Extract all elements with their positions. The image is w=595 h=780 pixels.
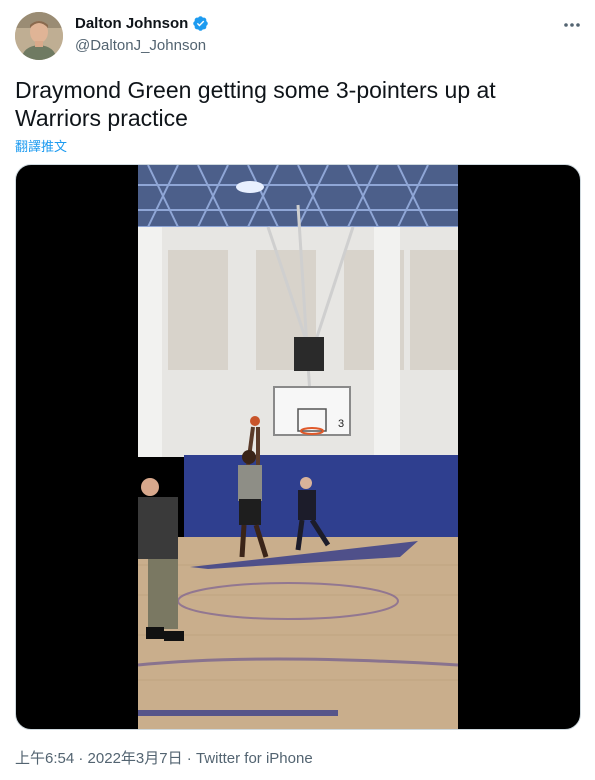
tweet-source[interactable]: Twitter for iPhone	[196, 750, 313, 767]
author-name[interactable]: Dalton Johnson	[75, 15, 188, 32]
more-dots-icon	[564, 23, 580, 27]
court-floor	[138, 537, 458, 729]
backboard-number: 3	[338, 418, 344, 430]
more-options-button[interactable]	[560, 14, 584, 36]
verified-badge-icon	[193, 16, 209, 31]
avatar[interactable]	[15, 12, 63, 60]
video-frame[interactable]: 3	[138, 165, 458, 730]
translate-tweet-link[interactable]: 翻譯推文	[15, 136, 67, 155]
meta-separator-2: ·	[182, 750, 196, 767]
shot-clock	[294, 337, 324, 371]
meta-separator: ·	[74, 750, 88, 767]
tweet-time[interactable]: 上午6:54	[15, 750, 74, 767]
author-name-row[interactable]: Dalton Johnson	[75, 15, 209, 32]
tweet-meta: 上午6:54 · 2022年3月7日 · Twitter for iPhone	[15, 747, 313, 768]
blue-wall-padding	[184, 455, 458, 537]
tweet-text: Draymond Green getting some 3-pointers u…	[15, 77, 496, 131]
author-handle[interactable]: @DaltonJ_Johnson	[75, 37, 206, 54]
profile-photo-icon	[15, 12, 63, 60]
ceiling-light	[236, 181, 264, 193]
tweet-date[interactable]: 2022年3月7日	[88, 750, 183, 767]
tweet-video[interactable]: 3	[15, 164, 581, 730]
